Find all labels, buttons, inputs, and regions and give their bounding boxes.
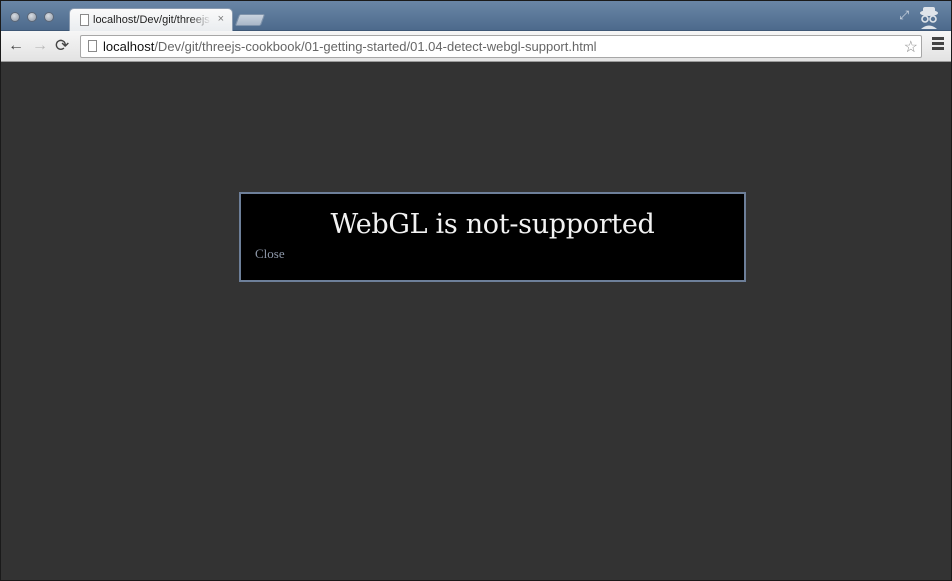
maximize-window-icon[interactable]	[44, 12, 54, 22]
address-bar[interactable]: localhost/Dev/git/threejs-cookbook/01-ge…	[80, 35, 922, 58]
webgl-warning-dialog: WebGL is not-supported Close	[239, 192, 746, 282]
minimize-window-icon[interactable]	[27, 12, 37, 22]
browser-toolbar: ← → ⟳ localhost/Dev/git/threejs-cookbook…	[1, 31, 951, 62]
menu-icon[interactable]	[932, 37, 944, 52]
browser-window: localhost/Dev/git/threejs-cookbook/01-ge…	[0, 0, 952, 581]
fullscreen-icon[interactable]: ⤢	[899, 8, 909, 23]
page-icon	[88, 40, 97, 52]
page-content: WebGL is not-supported Close	[1, 63, 951, 580]
dialog-title: WebGL is not-supported	[330, 209, 655, 240]
new-tab-button[interactable]	[234, 14, 266, 26]
url-host: localhost	[103, 39, 155, 54]
back-button[interactable]: ←	[8, 36, 24, 56]
tab-title: localhost/Dev/git/threejs-cookbook/01-ge…	[93, 14, 211, 26]
close-window-icon[interactable]	[10, 12, 20, 22]
tab-close-icon[interactable]: ×	[218, 13, 224, 25]
bookmark-star-icon[interactable]: ☆	[904, 37, 918, 57]
window-controls	[10, 12, 54, 22]
close-link[interactable]: Close	[255, 246, 285, 262]
forward-button[interactable]: →	[32, 36, 48, 56]
tab-active[interactable]: localhost/Dev/git/threejs-cookbook/01-ge…	[69, 8, 233, 32]
url-text[interactable]: localhost/Dev/git/threejs-cookbook/01-ge…	[103, 39, 597, 54]
incognito-icon	[920, 7, 938, 29]
reload-button[interactable]: ⟳	[55, 36, 69, 56]
url-path: /Dev/git/threejs-cookbook/01-getting-sta…	[154, 39, 597, 54]
tab-strip: localhost/Dev/git/threejs-cookbook/01-ge…	[1, 1, 951, 32]
page-icon	[80, 14, 89, 26]
